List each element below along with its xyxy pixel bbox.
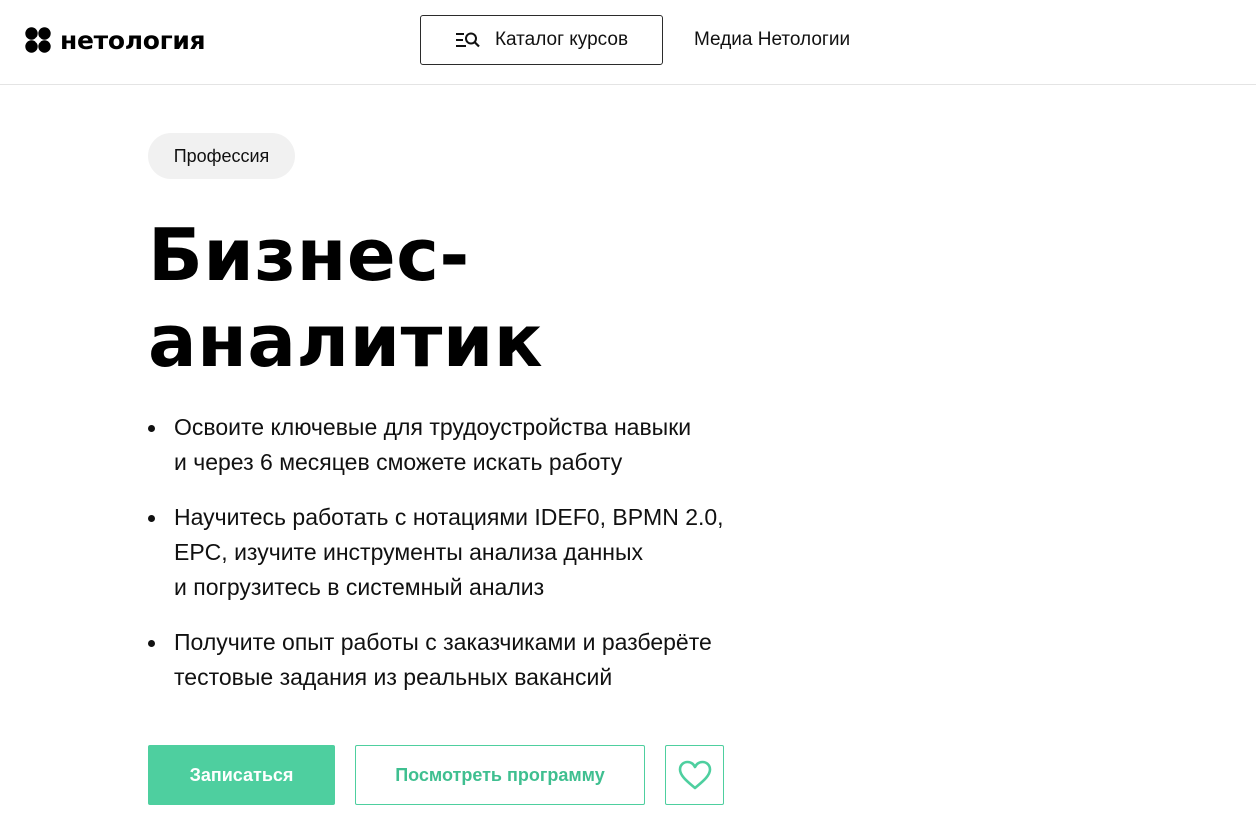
list-item-line: Получите опыт работы с заказчиками и раз… bbox=[174, 629, 712, 655]
favorite-button[interactable] bbox=[665, 745, 724, 805]
title-line: Бизнес- bbox=[148, 213, 470, 297]
list-item: Освоите ключевые для трудоустройства нав… bbox=[148, 410, 848, 480]
catalog-label: Каталог курсов bbox=[494, 29, 629, 50]
list-item-line: тестовые задания из реальных вакансий bbox=[174, 664, 613, 690]
view-program-button[interactable]: Посмотреть программу bbox=[355, 745, 645, 805]
netology-logo-icon bbox=[25, 27, 51, 53]
media-link[interactable]: Медиа Нетологии bbox=[694, 29, 850, 51]
enroll-button[interactable]: Записаться bbox=[148, 745, 335, 805]
list-item-line: Освоите ключевые для трудоустройства нав… bbox=[174, 414, 692, 440]
list-item-line: и погрузитесь в системный анализ bbox=[174, 574, 545, 600]
catalog-button[interactable]: Каталог курсов bbox=[420, 15, 663, 65]
title-line: аналитик bbox=[148, 299, 544, 383]
logo-text: нетология bbox=[60, 25, 206, 55]
profession-badge: Профессия bbox=[148, 133, 295, 179]
benefits-list: Освоите ключевые для трудоустройства нав… bbox=[148, 410, 848, 715]
page-title: Бизнес- аналитик bbox=[148, 212, 748, 384]
list-item: Получите опыт работы с заказчиками и раз… bbox=[148, 625, 848, 695]
list-item-line: EPC, изучите инструменты анализа данных bbox=[174, 539, 644, 565]
search-list-icon bbox=[455, 32, 480, 48]
heart-icon bbox=[678, 760, 711, 790]
list-item-line: Научитесь работать с нотациями IDEF0, BP… bbox=[174, 504, 724, 530]
list-item-line: и через 6 месяцев сможете искать работу bbox=[174, 449, 623, 475]
site-header: нетология Каталог курсов Медиа Нетологии bbox=[0, 0, 1256, 85]
list-item: Научитесь работать с нотациями IDEF0, BP… bbox=[148, 500, 848, 605]
logo[interactable]: нетология bbox=[24, 25, 206, 55]
